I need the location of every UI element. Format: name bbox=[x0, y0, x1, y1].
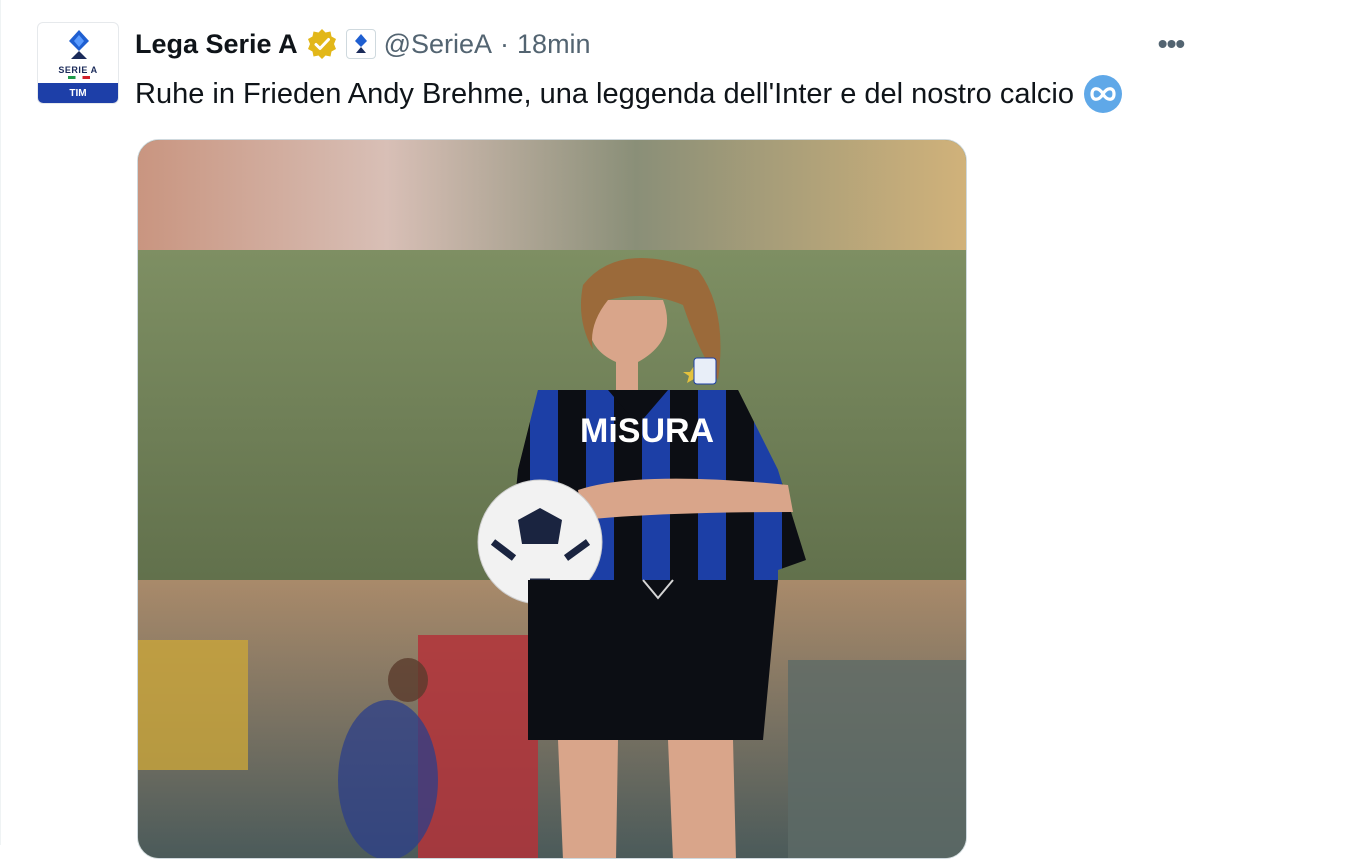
serie-a-affiliate-badge-icon[interactable] bbox=[345, 29, 376, 59]
player-photo-illustration: MiSURA bbox=[138, 140, 966, 858]
more-horizontal-icon[interactable]: ••• bbox=[1151, 24, 1191, 64]
avatar-sponsor-bar: TIM bbox=[38, 83, 118, 103]
infinity-emoji-icon bbox=[1083, 75, 1122, 113]
italian-flag-stripe bbox=[68, 76, 90, 79]
gold-verified-badge-icon[interactable] bbox=[306, 28, 338, 60]
tweet-text: Ruhe in Frieden Andy Brehme, una leggend… bbox=[135, 72, 1122, 116]
serie-a-logo-icon bbox=[69, 30, 89, 59]
author-avatar[interactable]: SERIE A TIM bbox=[37, 22, 119, 104]
author-display-name[interactable]: Lega Serie A bbox=[135, 29, 298, 60]
tweet[interactable]: SERIE A TIM Lega Serie A @SerieA · 18min… bbox=[0, 0, 1350, 859]
author-handle[interactable]: @SerieA bbox=[384, 29, 492, 60]
tweet-photo[interactable]: MiSURA bbox=[137, 139, 967, 859]
avatar-brand-text: SERIE A bbox=[58, 65, 98, 75]
separator-dot: · bbox=[500, 28, 510, 59]
tweet-header: Lega Serie A @SerieA · 18min bbox=[135, 26, 591, 62]
tweet-timestamp[interactable]: 18min bbox=[517, 29, 591, 60]
jersey-sponsor-text: MiSURA bbox=[580, 412, 714, 450]
tweet-text-body: Ruhe in Frieden Andy Brehme, una leggend… bbox=[135, 77, 1074, 110]
